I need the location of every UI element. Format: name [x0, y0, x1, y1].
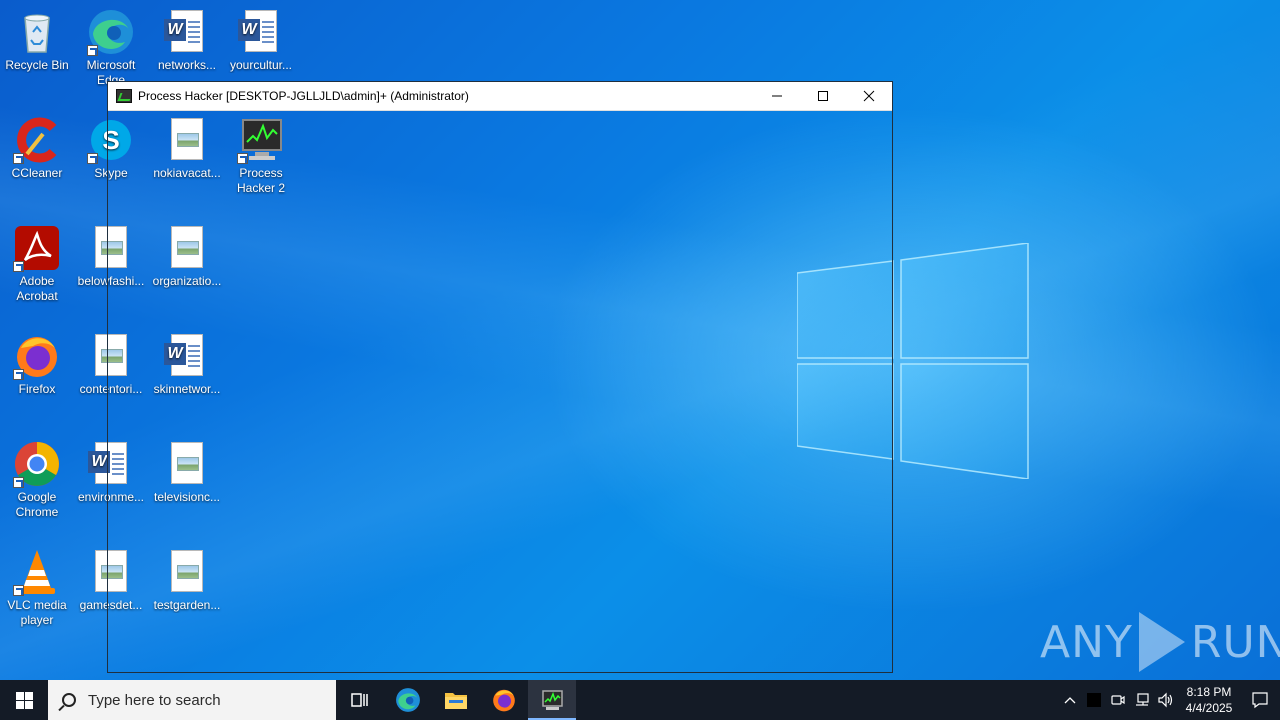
taskbar-clock[interactable]: 8:18 PM 4/4/2025	[1178, 684, 1240, 716]
network-icon	[1136, 693, 1149, 706]
maximize-button[interactable]	[800, 82, 846, 111]
notification-icon	[1252, 692, 1268, 709]
task-view-button[interactable]	[336, 680, 384, 720]
desktop-icon-google-chrome[interactable]: Google Chrome	[0, 440, 74, 520]
firefox-icon	[13, 332, 61, 380]
desktop-icon-yourculture[interactable]: W yourcultur...	[224, 8, 298, 73]
action-center-button[interactable]	[1240, 680, 1280, 720]
desktop-icon-recycle-bin[interactable]: Recycle Bin	[0, 8, 74, 73]
clock-date: 4/4/2025	[1185, 701, 1233, 715]
taskbar: Type here to search 8:18 PM 4/4/2025	[0, 680, 1280, 720]
chevron-up-icon	[1064, 697, 1076, 704]
window-titlebar[interactable]: Process Hacker [DESKTOP-JGLLJLD\admin]+ …	[108, 82, 892, 111]
recycle-bin-icon	[13, 8, 61, 56]
ccleaner-icon	[13, 116, 61, 164]
minimize-icon	[772, 95, 782, 97]
edge-icon	[87, 8, 135, 56]
firefox-icon	[493, 689, 515, 712]
chrome-icon	[13, 440, 61, 488]
taskbar-firefox[interactable]	[480, 680, 528, 720]
desktop-icon-ccleaner[interactable]: CCleaner	[0, 116, 74, 181]
taskbar-edge[interactable]	[384, 680, 432, 720]
black-square-icon	[1087, 693, 1101, 707]
acrobat-icon	[13, 224, 61, 272]
speaker-icon	[1158, 692, 1173, 708]
network-button[interactable]	[1130, 680, 1154, 720]
folder-icon	[445, 693, 467, 709]
meet-now-button[interactable]	[1106, 680, 1130, 720]
word-doc-icon: W	[237, 8, 285, 56]
desktop-icon-vlc[interactable]: VLC media player	[0, 548, 74, 628]
vlc-icon	[13, 548, 61, 596]
anyrun-watermark: ANY RUN	[1040, 612, 1280, 672]
play-icon	[1138, 612, 1185, 672]
taskbar-search-box[interactable]: Type here to search	[48, 680, 336, 720]
close-icon	[863, 90, 875, 102]
minimize-button[interactable]	[754, 82, 800, 111]
desktop-icon-firefox[interactable]: Firefox	[0, 332, 74, 397]
word-doc-icon: W	[163, 8, 211, 56]
process-hacker-window[interactable]: Process Hacker [DESKTOP-JGLLJLD\admin]+ …	[107, 81, 893, 673]
process-hacker-icon	[542, 690, 563, 710]
search-placeholder: Type here to search	[88, 691, 221, 709]
system-tray: 8:18 PM 4/4/2025	[1058, 680, 1280, 720]
windows-start-icon	[15, 691, 33, 709]
desktop-icon-edge[interactable]: Microsoft Edge	[74, 8, 148, 88]
window-title: Process Hacker [DESKTOP-JGLLJLD\admin]+ …	[138, 89, 469, 103]
close-button[interactable]	[846, 82, 892, 111]
meet-now-icon	[1111, 695, 1125, 705]
taskbar-file-explorer[interactable]	[432, 680, 480, 720]
show-hidden-icons-button[interactable]	[1058, 680, 1082, 720]
watermark-right: RUN	[1190, 616, 1280, 668]
desktop-icon-networks[interactable]: W networks...	[150, 8, 224, 73]
process-hacker-icon	[116, 89, 132, 103]
edge-icon	[396, 688, 420, 712]
desktop-icon-adobe-acrobat[interactable]: Adobe Acrobat	[0, 224, 74, 304]
watermark-left: ANY	[1040, 616, 1133, 668]
taskbar-process-hacker[interactable]	[528, 680, 576, 720]
task-view-icon	[351, 693, 368, 707]
search-icon	[62, 693, 76, 707]
maximize-icon	[818, 91, 828, 101]
clock-time: 8:18 PM	[1186, 685, 1232, 699]
tray-app-button[interactable]	[1082, 680, 1106, 720]
volume-button[interactable]	[1154, 680, 1178, 720]
start-button[interactable]	[0, 680, 48, 720]
